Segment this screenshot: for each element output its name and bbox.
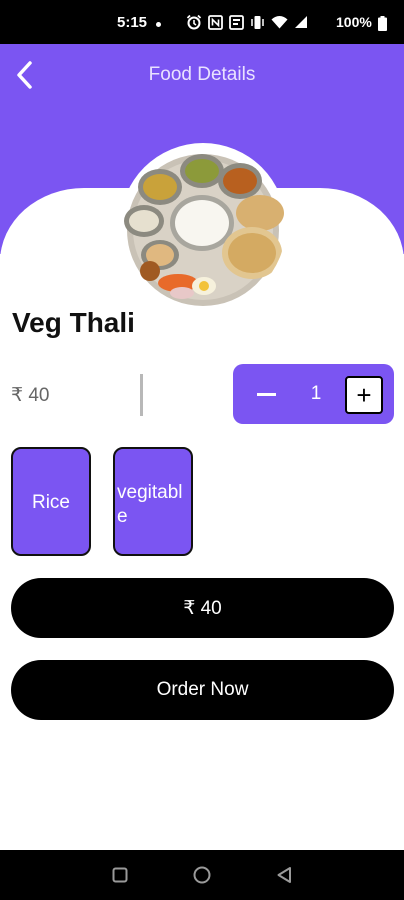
option-rice[interactable]: Rice [11,447,91,556]
decrease-quantity-button[interactable] [253,382,281,406]
notification-dot-icon [156,22,161,27]
food-image [120,143,286,309]
option-label: vegitable [117,482,183,527]
signal-icon [295,16,307,28]
nfc-icon [208,14,223,30]
page-title: Food Details [148,64,256,85]
product-price: ₹ 40 [11,385,50,406]
recents-button[interactable] [107,862,133,888]
quantity-value: 1 [310,383,322,404]
alarm-icon [186,14,202,30]
back-triangle-icon [277,867,291,883]
wifi-icon [271,16,288,29]
status-icons [186,13,308,31]
total-price-button[interactable]: ₹ 40 [11,578,394,638]
vibrate-icon [251,15,264,29]
recents-square-icon [112,867,128,883]
battery-icon [378,16,387,31]
navigation-bar [0,850,404,900]
increase-quantity-button[interactable]: + [345,376,383,414]
option-vegetable[interactable]: vegitable [113,447,193,556]
battery-percent: 100% [336,14,372,30]
price-divider [140,374,143,416]
home-button[interactable] [189,862,215,888]
system-back-button[interactable] [271,862,297,888]
message-icon [229,14,244,30]
order-now-button[interactable]: Order Now [11,660,394,720]
quantity-stepper: 1 + [233,364,394,424]
status-time: 5:15 [117,14,148,31]
status-bar: 5:15 100% [0,0,404,44]
home-circle-icon [193,866,211,884]
product-name: Veg Thali [12,307,135,338]
option-label: Rice [31,492,70,513]
